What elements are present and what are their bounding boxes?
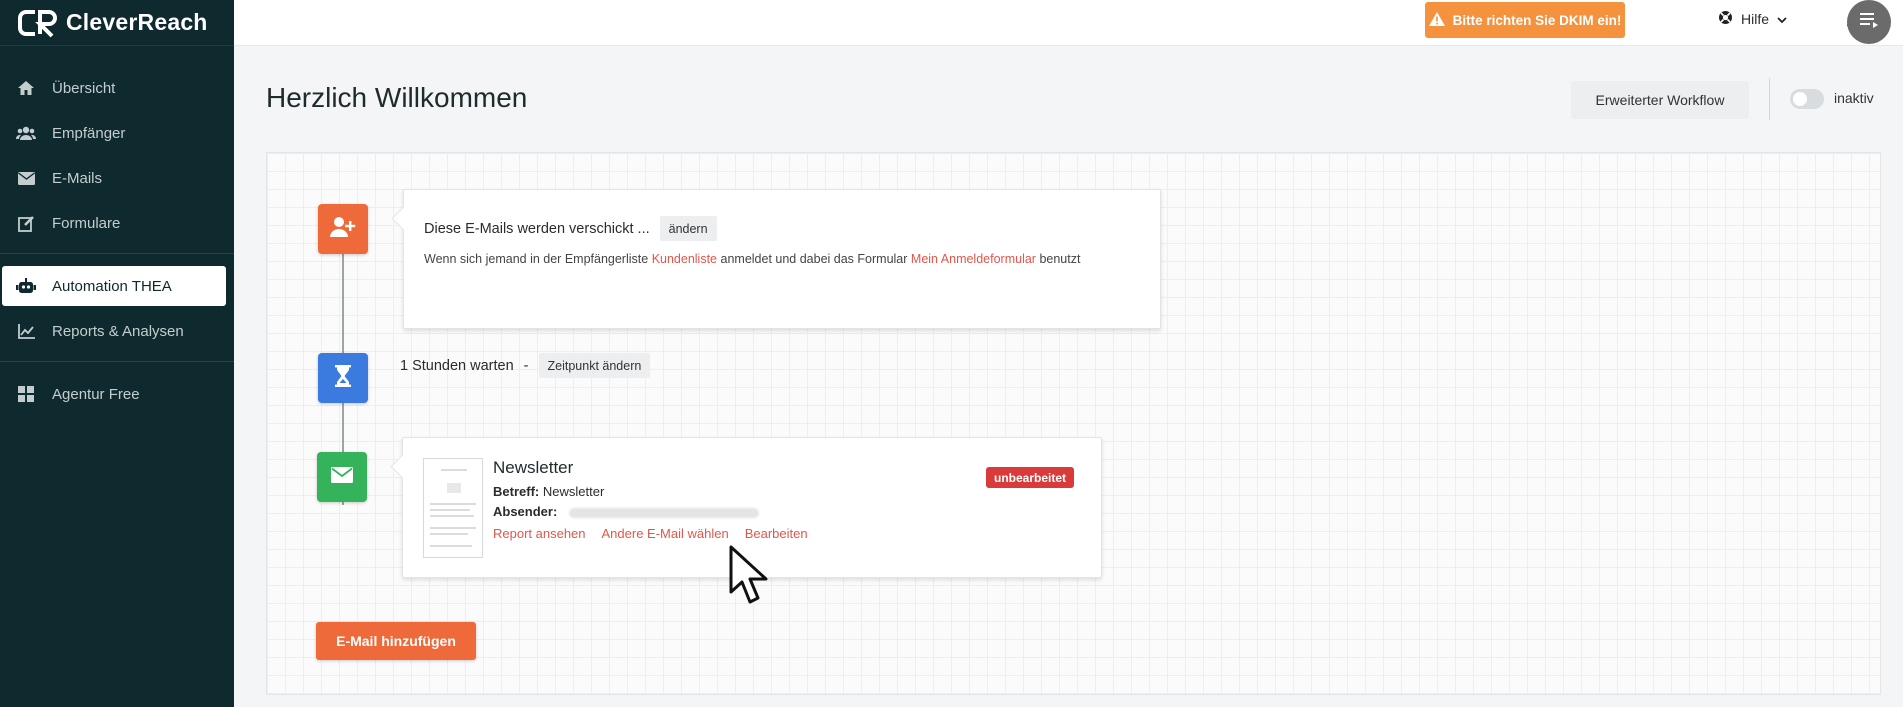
- robot-icon: [16, 276, 36, 296]
- lifebuoy-icon: [1718, 10, 1733, 28]
- dkim-warning-label: Bitte richten Sie DKIM ein!: [1452, 12, 1622, 28]
- sidebar-item-label: Automation THEA: [52, 277, 172, 295]
- mouse-cursor-icon: [728, 544, 772, 606]
- sender-value-blurred: [568, 507, 759, 518]
- sidebar-item-empfaenger[interactable]: Empfänger: [2, 113, 226, 153]
- change-trigger-button[interactable]: ändern: [659, 216, 717, 241]
- email-thumbnail[interactable]: [423, 458, 483, 558]
- grid-icon: [16, 384, 36, 404]
- wait-separator: -: [523, 357, 529, 374]
- edit-email-link[interactable]: Bearbeiten: [745, 526, 808, 541]
- status-badge: unbearbeitet: [985, 467, 1074, 488]
- sidebar-item-formulare[interactable]: Formulare: [2, 203, 226, 243]
- wait-step-row: 1 Stunden warten - Zeitpunkt ändern: [400, 353, 651, 378]
- email-sender-line: Absender:: [493, 504, 759, 519]
- sidebar-nav: Übersicht Empfänger E-Mails Formulare Au…: [0, 68, 234, 414]
- email-title: Newsletter: [493, 458, 574, 477]
- email-subject-line: Betreff: Newsletter: [493, 484, 604, 499]
- sidebar-item-label: E-Mails: [52, 169, 103, 187]
- envelope-icon: [331, 466, 353, 488]
- trigger-desc-text: anmeldet und dabei das Formular: [720, 252, 908, 266]
- add-email-button[interactable]: E-Mail hinzufügen: [316, 622, 476, 660]
- sidebar: CleverReach Übersicht Empfänger E-Mails …: [0, 0, 234, 707]
- dkim-warning-button[interactable]: Bitte richten Sie DKIM ein!: [1425, 2, 1625, 38]
- sidebar-item-label: Agentur Free: [52, 385, 140, 403]
- trigger-card: Diese E-Mails werden verschickt ... ände…: [403, 189, 1161, 329]
- subject-value: Newsletter: [542, 484, 605, 499]
- workflow-canvas: Diese E-Mails werden verschickt ... ände…: [266, 152, 1881, 695]
- hourglass-icon: [335, 364, 351, 392]
- help-label: Hilfe: [1741, 11, 1770, 27]
- sidebar-item-emails[interactable]: E-Mails: [2, 158, 226, 198]
- wait-duration-text: 1 Stunden warten: [400, 357, 514, 374]
- trigger-desc-text: benutzt: [1039, 252, 1081, 266]
- sidebar-divider: [0, 253, 234, 254]
- top-bar: Bitte richten Sie DKIM ein! Hilfe: [234, 0, 1903, 46]
- sidebar-item-agentur-free[interactable]: Agentur Free: [2, 374, 226, 414]
- email-actions: Report ansehen Andere E-Mail wählen Bear…: [493, 526, 808, 541]
- envelope-icon: [16, 168, 36, 188]
- toggle-status-label: inaktiv: [1834, 90, 1874, 106]
- change-time-button[interactable]: Zeitpunkt ändern: [538, 353, 651, 378]
- form-edit-icon: [16, 213, 36, 233]
- recipient-list-link[interactable]: Kundenliste: [652, 252, 717, 266]
- subject-label: Betreff:: [493, 484, 540, 499]
- sidebar-item-label: Empfänger: [52, 124, 126, 142]
- signup-form-link[interactable]: Mein Anmeldeformular: [911, 252, 1036, 266]
- sender-label: Absender:: [493, 504, 558, 519]
- trigger-description: Wenn sich jemand in der Empfängerliste K…: [424, 252, 1080, 266]
- sidebar-item-automation-thea[interactable]: Automation THEA: [2, 266, 226, 306]
- users-icon: [16, 123, 36, 143]
- home-icon: [16, 78, 36, 98]
- sidebar-divider: [0, 361, 234, 362]
- help-menu[interactable]: Hilfe: [1718, 8, 1787, 30]
- trigger-desc-text: Wenn sich jemand in der Empfängerliste: [424, 252, 649, 266]
- sidebar-item-reports[interactable]: Reports & Analysen: [2, 311, 226, 351]
- brand-logo[interactable]: CleverReach: [0, 0, 234, 46]
- chart-icon: [16, 321, 36, 341]
- sidebar-item-label: Übersicht: [52, 79, 116, 97]
- trigger-step-icon: [318, 204, 368, 254]
- brand-name: CleverReach: [66, 9, 208, 35]
- overlay-menu-button[interactable]: [1847, 0, 1891, 44]
- sidebar-item-label: Reports & Analysen: [52, 322, 184, 340]
- sidebar-item-label: Formulare: [52, 214, 121, 232]
- add-user-icon: [330, 216, 356, 243]
- sidebar-item-uebersicht[interactable]: Übersicht: [2, 68, 226, 108]
- active-toggle[interactable]: [1790, 89, 1824, 109]
- header-divider: [1769, 78, 1770, 120]
- view-report-link[interactable]: Report ansehen: [493, 526, 586, 541]
- trigger-title: Diese E-Mails werden verschickt ...: [424, 220, 650, 237]
- trigger-title-row: Diese E-Mails werden verschickt ... ände…: [424, 216, 717, 241]
- warning-icon: [1428, 11, 1445, 29]
- advanced-workflow-button[interactable]: Erweiterter Workflow: [1571, 81, 1749, 119]
- choose-other-email-link[interactable]: Andere E-Mail wählen: [602, 526, 729, 541]
- wait-step-icon: [318, 353, 368, 403]
- page-title: Herzlich Willkommen: [266, 82, 528, 113]
- list-menu-icon: [1859, 11, 1879, 34]
- email-step-icon: [317, 452, 367, 502]
- cleverreach-logo-icon: [18, 8, 58, 38]
- chevron-down-icon: [1777, 11, 1787, 27]
